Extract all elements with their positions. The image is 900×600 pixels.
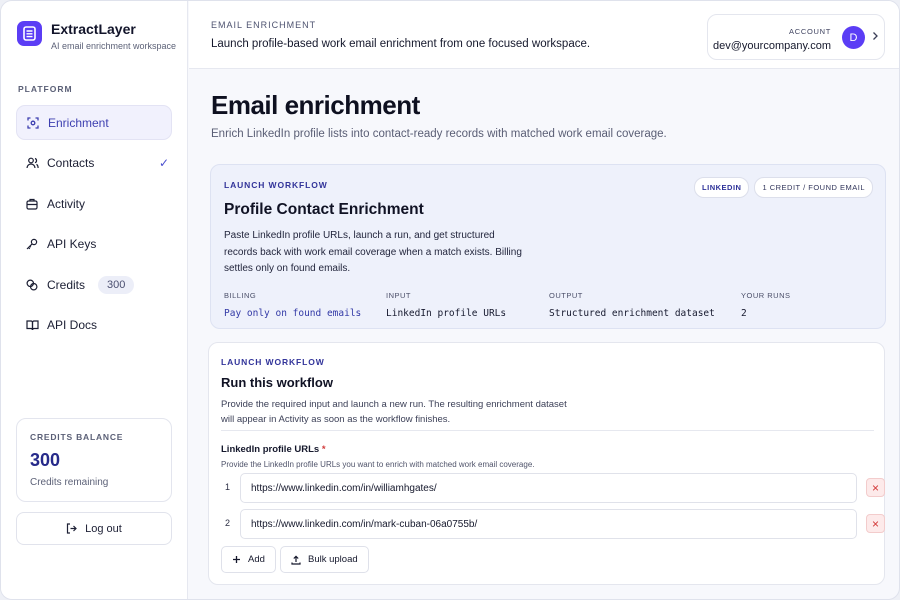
meta-label: INPUT: [386, 291, 411, 300]
brand-name: ExtractLayer: [51, 21, 136, 37]
workflow-badges: LINKEDIN 1 CREDIT / FOUND EMAIL: [694, 177, 873, 198]
sidebar-item-label: API Keys: [47, 237, 97, 251]
brand-tagline: AI email enrichment workspace: [51, 41, 177, 51]
sidebar-item-label: Activity: [47, 196, 86, 211]
brand-logo-icon: [17, 21, 42, 46]
sidebar-nav: Enrichment Contacts ✓ Activity API Keys …: [16, 105, 172, 348]
briefcase-icon: [25, 197, 39, 211]
run-title: Run this workflow: [221, 375, 333, 390]
scan-icon: [26, 116, 40, 130]
logout-label: Log out: [85, 522, 122, 535]
check-icon: ✓: [158, 156, 169, 170]
account-label: ACCOUNT: [789, 27, 831, 36]
credits-count-badge: 300: [98, 275, 135, 294]
header-eyebrow: EMAIL ENRICHMENT: [211, 20, 317, 30]
page-subtitle: Enrich LinkedIn profile lists into conta…: [211, 128, 667, 140]
plus-icon: [232, 555, 241, 564]
pricing-badge: 1 CREDIT / FOUND EMAIL: [754, 177, 873, 198]
sidebar-item-credits[interactable]: Credits 300: [16, 267, 172, 302]
workflow-title: Profile Contact Enrichment: [224, 201, 424, 218]
meta-value: LinkedIn profile URLs: [386, 308, 507, 319]
upload-icon: [291, 554, 301, 565]
field-label-text: LinkedIn profile URLs: [221, 444, 320, 455]
sidebar-section-label: PLATFORM: [18, 84, 73, 94]
logout-icon: [66, 523, 77, 534]
sidebar-item-enrichment[interactable]: Enrichment: [16, 105, 172, 140]
meta-label: BILLING: [224, 291, 257, 300]
sidebar: ExtractLayer AI email enrichment workspa…: [1, 1, 188, 599]
linkedin-badge: LINKEDIN: [694, 177, 750, 198]
meta-value: 2: [741, 308, 747, 319]
required-mark: *: [321, 444, 326, 455]
close-icon: ×: [871, 516, 879, 531]
sidebar-item-label: API Docs: [47, 318, 98, 332]
url-row: 2 ×: [221, 509, 885, 539]
sidebar-item-contacts[interactable]: Contacts ✓: [16, 146, 172, 181]
balance-subtext: Credits remaining: [30, 477, 109, 488]
add-url-button[interactable]: Add: [221, 546, 276, 573]
account-menu[interactable]: ACCOUNT dev@yourcompany.com D: [707, 14, 885, 60]
sidebar-item-label: Contacts: [47, 156, 95, 170]
meta-your-runs: YOUR RUNS 2: [741, 291, 791, 319]
sidebar-item-label: Enrichment: [48, 115, 109, 130]
sidebar-item-label: Credits: [47, 277, 86, 292]
meta-value: Pay only on found emails: [224, 308, 362, 319]
divider: [221, 430, 874, 431]
meta-label: OUTPUT: [549, 291, 583, 300]
workflow-eyebrow: LAUNCH WORKFLOW: [224, 180, 328, 190]
bulk-upload-label: Bulk upload: [308, 554, 358, 565]
brand[interactable]: ExtractLayer AI email enrichment workspa…: [17, 21, 176, 51]
meta-billing: BILLING Pay only on found emails: [224, 291, 361, 319]
meta-value: Structured enrichment dataset: [549, 308, 715, 319]
app-window: ExtractLayer AI email enrichment workspa…: [0, 0, 900, 600]
remove-url-button[interactable]: ×: [866, 478, 885, 497]
run-description: Provide the required input and launch a …: [221, 399, 567, 425]
meta-input: INPUT LinkedIn profile URLs: [386, 291, 506, 319]
workflow-description: Paste LinkedIn profile URLs, launch a ru…: [224, 230, 522, 274]
coins-icon: [25, 278, 39, 292]
add-label: Add: [248, 554, 265, 565]
close-icon: ×: [871, 480, 879, 495]
credits-balance-card: CREDITS BALANCE 300 Credits remaining: [16, 418, 172, 502]
header-title: Launch profile-based work email enrichme…: [211, 38, 591, 50]
url-input-2[interactable]: [240, 509, 857, 539]
meta-output: OUTPUT Structured enrichment dataset: [549, 291, 715, 319]
balance-value: 300: [30, 450, 61, 470]
top-header: EMAIL ENRICHMENT Launch profile-based wo…: [189, 1, 899, 69]
book-icon: [25, 318, 39, 332]
sidebar-item-api-docs[interactable]: API Docs: [16, 308, 172, 343]
run-eyebrow: LAUNCH WORKFLOW: [221, 357, 325, 367]
meta-label: YOUR RUNS: [741, 291, 791, 300]
sidebar-item-activity[interactable]: Activity: [16, 186, 172, 221]
key-icon: [25, 237, 39, 251]
urls-field-help: Provide the LinkedIn profile URLs you wa…: [221, 460, 535, 469]
url-input-1[interactable]: [240, 473, 857, 503]
bulk-upload-button[interactable]: Bulk upload: [280, 546, 369, 573]
avatar: D: [842, 26, 865, 49]
sidebar-item-api-keys[interactable]: API Keys: [16, 227, 172, 262]
account-email: dev@yourcompany.com: [713, 40, 831, 52]
urls-field-label: LinkedIn profile URLs *: [221, 444, 326, 455]
chevron-right-icon: [871, 30, 879, 44]
users-icon: [25, 156, 39, 170]
run-workflow-card: LAUNCH WORKFLOW Run this workflow Provid…: [208, 342, 885, 585]
workflow-summary-card: LAUNCH WORKFLOW LINKEDIN 1 CREDIT / FOUN…: [210, 164, 886, 329]
page-title: Email enrichment: [211, 90, 420, 120]
url-row-index: 1: [225, 482, 231, 492]
logout-button[interactable]: Log out: [16, 512, 172, 545]
remove-url-button[interactable]: ×: [866, 514, 885, 533]
url-row-index: 2: [225, 518, 231, 528]
url-row: 1 ×: [221, 473, 885, 503]
balance-label: CREDITS BALANCE: [30, 432, 124, 442]
